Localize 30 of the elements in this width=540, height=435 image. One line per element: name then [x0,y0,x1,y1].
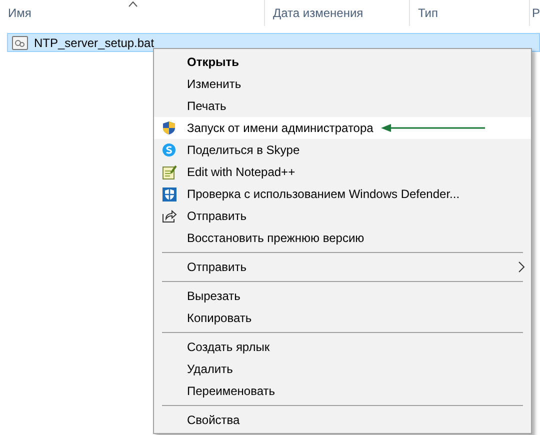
menu-item[interactable]: Копировать [154,307,531,329]
share-icon [162,209,177,223]
menu-item[interactable]: Переименовать [154,380,531,402]
column-header[interactable]: Имя [0,0,265,26]
menu-item[interactable]: Отправить [154,256,531,278]
defender-icon [162,187,177,202]
menu-item[interactable]: Поделиться в Skype [154,139,531,161]
notepad-icon [162,165,177,180]
column-header[interactable]: Р [530,0,540,26]
shield-icon [162,121,176,135]
column-header[interactable]: Тип [410,0,530,26]
menu-item[interactable]: Печать [154,95,531,117]
menu-item[interactable]: Проверка с использованием Windows Defender... [154,183,531,205]
menu-item[interactable]: Свойства [154,409,531,431]
menu-item[interactable]: Отправить [154,205,531,227]
skype-icon [162,143,176,157]
menu-item[interactable]: Edit with Notepad++ [154,161,531,183]
column-header[interactable]: Дата изменения [265,0,410,26]
arrow-icon [381,124,486,132]
menu-item[interactable]: Восстановить прежнюю версию [154,227,531,249]
chevron-right-icon [518,261,525,273]
menu-item[interactable]: Изменить [154,73,531,95]
menu-item[interactable]: Удалить [154,358,531,380]
file-name: NTP_server_setup.bat [34,36,154,50]
menu-item[interactable]: Открыть [154,51,531,73]
menu-item[interactable]: Создать ярлык [154,336,531,358]
menu-item[interactable]: Запуск от имени администратора [154,117,531,139]
sort-caret-icon [128,1,138,7]
menu-item[interactable]: Вырезать [154,285,531,307]
batch-file-icon [12,36,28,50]
